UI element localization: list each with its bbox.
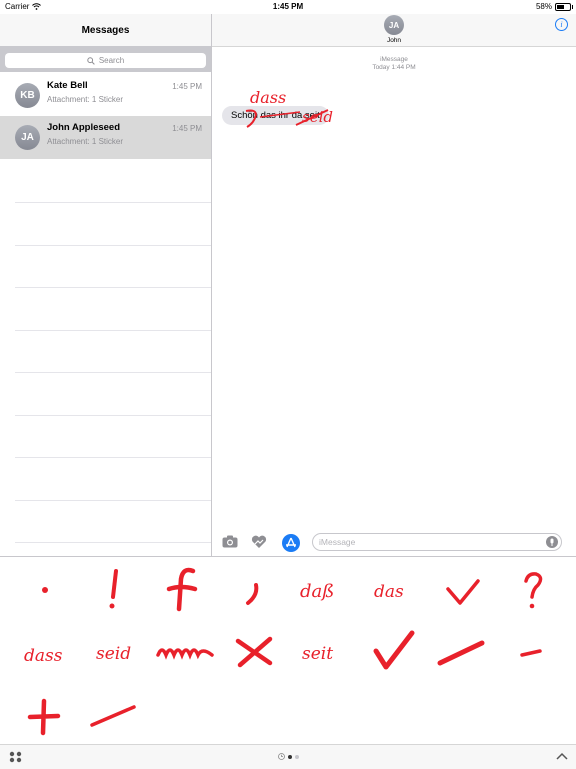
search-input[interactable]: Search: [5, 53, 206, 68]
digital-touch-icon[interactable]: [251, 535, 267, 549]
sticker-word-dass-eszett[interactable]: daß: [296, 571, 352, 611]
search-bar: Search: [0, 46, 211, 72]
sticker-word-dass: dass: [250, 88, 286, 107]
sticker-label: dass: [24, 646, 63, 666]
app-store-icon[interactable]: [282, 534, 300, 552]
sticker-label: das: [374, 582, 404, 602]
sticker-comma[interactable]: [238, 577, 268, 607]
sticker-short-dash[interactable]: [516, 645, 546, 661]
sticker-question-mark[interactable]: [518, 569, 548, 613]
sticker-strike-line: [259, 111, 301, 118]
list-divider: [15, 372, 211, 373]
page-dot: [295, 754, 299, 759]
list-divider: [15, 245, 211, 246]
message-timestamp: Today 1:44 PM: [372, 64, 416, 71]
info-icon: i: [560, 20, 563, 29]
message-input-placeholder: iMessage: [319, 537, 356, 547]
sticker-checkmark-large[interactable]: [370, 629, 416, 673]
battery-percent: 58%: [535, 2, 552, 11]
sticker-word-seid: seid: [302, 108, 333, 126]
sticker-exclamation[interactable]: [100, 567, 130, 611]
avatar: JA: [15, 125, 40, 150]
handwritten-sticker-overlay[interactable]: dass seid: [244, 85, 344, 130]
sticker-stroke-line[interactable]: [88, 703, 140, 729]
message-input[interactable]: iMessage: [312, 533, 562, 551]
sticker-label: daß: [300, 581, 334, 602]
sticker-squiggle[interactable]: [156, 641, 214, 665]
sticker-word-seit[interactable]: seit: [300, 637, 350, 667]
sticker-word-seid[interactable]: seid: [94, 637, 144, 667]
contact-name[interactable]: John: [212, 37, 576, 44]
camera-icon[interactable]: [222, 535, 238, 548]
sticker-drawer: daß das dass seid seit: [0, 556, 576, 745]
contact-name: Kate Bell: [47, 80, 88, 91]
conversation-list-pane: Messages Search KB Kate Bell Attachment:…: [0, 14, 212, 556]
info-button[interactable]: i: [555, 18, 568, 31]
list-header: Messages: [0, 14, 211, 46]
page-indicator[interactable]: [278, 753, 299, 760]
sticker-checkmark-small[interactable]: [442, 575, 484, 609]
sticker-label: seid: [96, 644, 131, 664]
conversation-header: JA John i: [212, 14, 576, 47]
list-divider: [15, 542, 211, 543]
list-divider: [15, 457, 211, 458]
message-preview: Attachment: 1 Sticker: [47, 137, 124, 146]
compose-bar: iMessage: [212, 530, 576, 556]
message-preview: Attachment: 1 Sticker: [47, 95, 124, 104]
status-bar: Carrier 1:45 PM 58%: [0, 0, 576, 14]
microphone-icon[interactable]: [546, 536, 558, 548]
conversation-row-john-appleseed[interactable]: JA John Appleseed Attachment: 1 Sticker …: [0, 116, 211, 159]
sticker-word-das[interactable]: das: [370, 573, 420, 609]
list-divider: [15, 500, 211, 501]
message-time: 1:45 PM: [172, 82, 202, 91]
search-placeholder: Search: [98, 56, 125, 65]
app-drawer-grid-icon[interactable]: [9, 751, 23, 763]
list-divider: [15, 202, 211, 203]
sticker-letter-f[interactable]: [163, 565, 203, 613]
search-icon: [87, 56, 95, 65]
clock: 1:45 PM: [272, 2, 304, 11]
recents-clock-icon: [278, 753, 285, 760]
sticker-word-dass[interactable]: dass: [22, 639, 70, 669]
sticker-plus[interactable]: [26, 697, 62, 737]
chevron-up-icon[interactable]: [556, 752, 568, 760]
list-divider: [15, 330, 211, 331]
sticker-correction-mark: [245, 109, 258, 128]
list-divider: [15, 287, 211, 288]
contact-avatar[interactable]: JA: [384, 15, 404, 35]
sticker-long-slash[interactable]: [436, 637, 488, 667]
conversation-row-kate-bell[interactable]: KB Kate Bell Attachment: 1 Sticker 1:45 …: [0, 74, 211, 117]
sticker-cross[interactable]: [232, 635, 276, 669]
page-title: Messages: [81, 25, 130, 36]
contact-name: John Appleseed: [47, 122, 121, 133]
avatar: KB: [15, 83, 40, 108]
list-divider: [15, 415, 211, 416]
battery-icon: [555, 2, 573, 11]
sticker-period[interactable]: [30, 575, 60, 605]
service-label: iMessage: [380, 56, 408, 63]
drawer-bottom-bar: [0, 744, 576, 769]
message-time: 1:45 PM: [172, 124, 202, 133]
page-dot-active: [288, 754, 292, 759]
sticker-label: seit: [302, 644, 333, 664]
